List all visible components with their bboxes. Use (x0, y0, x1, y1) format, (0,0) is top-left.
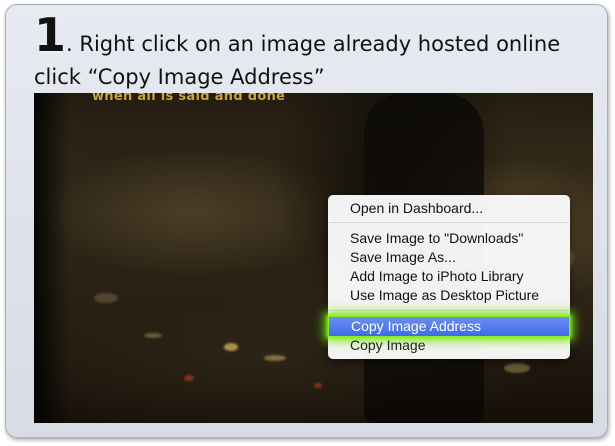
step-number: 1 (34, 8, 67, 62)
menu-item-save-image-to-downloads[interactable]: Save Image to "Downloads" (328, 229, 570, 248)
bokeh-light (264, 355, 286, 361)
bokeh-light (314, 383, 322, 388)
context-menu: Open in Dashboard... Save Image to "Down… (328, 195, 570, 359)
menu-item-use-as-desktop-picture[interactable]: Use Image as Desktop Picture (328, 286, 570, 305)
bokeh-light (504, 363, 530, 373)
menu-item-add-to-iphoto[interactable]: Add Image to iPhoto Library (328, 267, 570, 286)
bokeh-light (144, 333, 162, 338)
bokeh-light (94, 293, 118, 303)
step-instruction-line1: . Right click on an image already hosted… (66, 32, 561, 56)
step-heading: 1. Right click on an image already hoste… (34, 9, 560, 61)
menu-item-save-image-as[interactable]: Save Image As... (328, 248, 570, 267)
menu-item-copy-image[interactable]: Copy Image (328, 336, 570, 355)
step-instruction-line2: click “Copy Image Address” (34, 65, 325, 89)
image-caption-text: when all is said and done (92, 93, 286, 104)
menu-item-copy-image-address[interactable]: Copy Image Address (329, 317, 569, 336)
image-shadow-edge (34, 93, 70, 423)
menu-separator (329, 310, 569, 311)
bokeh-light (184, 375, 194, 381)
menu-separator (329, 222, 569, 223)
tutorial-card: 1. Right click on an image already hoste… (5, 4, 608, 438)
menu-item-open-in-dashboard[interactable]: Open in Dashboard... (328, 199, 570, 218)
bokeh-light (224, 343, 238, 351)
